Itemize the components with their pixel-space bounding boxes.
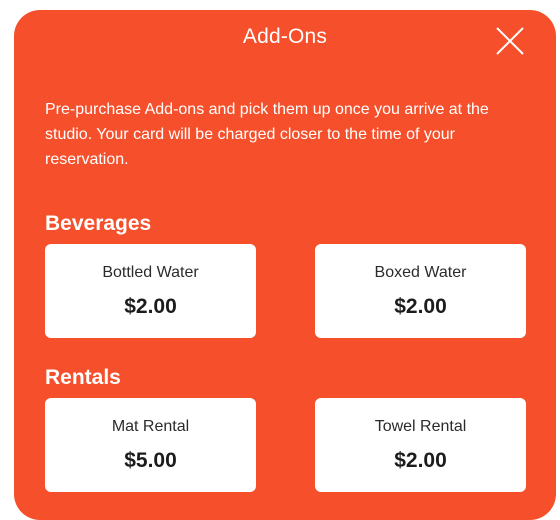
- modal-title: Add-Ons: [242, 25, 328, 48]
- add-ons-description: Pre-purchase Add-ons and pick them up on…: [45, 101, 489, 168]
- add-on-card-mat-rental[interactable]: Mat Rental $5.00: [45, 398, 256, 492]
- add-on-card-bottled-water[interactable]: Bottled Water $2.00: [45, 244, 256, 338]
- add-on-price: $2.00: [124, 295, 177, 318]
- add-on-name: Towel Rental: [374, 418, 467, 435]
- section-title-beverages: Beverages: [45, 212, 152, 235]
- add-on-card-boxed-water[interactable]: Boxed Water $2.00: [315, 244, 526, 338]
- section-title-rentals: Rentals: [45, 366, 121, 389]
- add-ons-modal: Add-Ons Pre-purchase Add-ons and pick th…: [14, 10, 556, 520]
- close-button[interactable]: [494, 25, 526, 57]
- add-on-price: $2.00: [394, 449, 447, 472]
- add-on-name: Boxed Water: [374, 264, 467, 281]
- add-on-price: $5.00: [124, 449, 177, 472]
- add-on-name: Mat Rental: [111, 418, 190, 435]
- modal-header: Add-Ons: [14, 10, 556, 70]
- add-on-name: Bottled Water: [102, 264, 199, 281]
- add-on-price: $2.00: [394, 295, 447, 318]
- add-on-card-towel-rental[interactable]: Towel Rental $2.00: [315, 398, 526, 492]
- close-icon: [496, 27, 524, 55]
